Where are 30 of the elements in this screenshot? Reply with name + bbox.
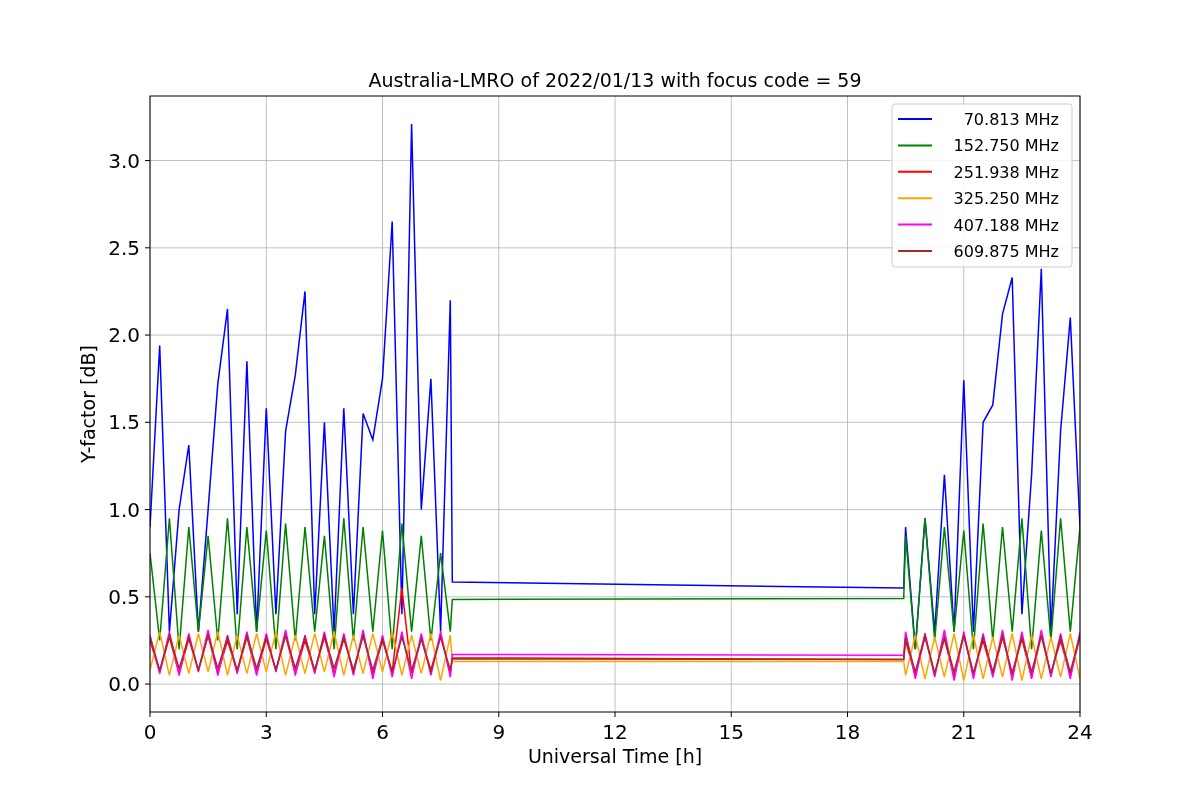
x-axis-label: Universal Time [h] — [527, 745, 703, 767]
x-tick-label: 6 — [376, 720, 389, 744]
x-tick-label: 3 — [259, 720, 273, 744]
y-axis-label: Y-factor [dB] — [77, 345, 99, 463]
x-tick-label: 15 — [718, 720, 744, 744]
legend-label: 152.750 MHz — [953, 136, 1059, 156]
y-tick-label: 1.5 — [108, 410, 140, 435]
legend-label: 407.188 MHz — [953, 215, 1059, 235]
legend-label: 70.813 MHz — [963, 110, 1059, 129]
legend-label: 325.250 MHz — [953, 189, 1059, 209]
legend-swatch — [897, 144, 933, 147]
x-tick-label: 0 — [143, 720, 157, 744]
y-tick-label: 1.0 — [108, 497, 140, 522]
legend-swatch — [897, 170, 933, 173]
x-tick-label: 21 — [951, 720, 977, 744]
y-tick-label: 0.5 — [108, 584, 140, 609]
y-tick-label: 2.5 — [108, 235, 140, 260]
legend-label: 251.938 MHz — [953, 162, 1059, 182]
legend-swatch — [897, 223, 933, 226]
y-tick-label: 0.0 — [108, 672, 140, 697]
chart-title: Australia-LMRO of 2022/01/13 with focus code = 59 — [368, 69, 862, 91]
x-tick-label: 24 — [1067, 720, 1093, 744]
legend-label: 609.875 MHz — [953, 242, 1059, 261]
x-tick-label: 12 — [602, 720, 628, 744]
line-series — [150, 517, 1080, 650]
y-tick-label: 3.0 — [108, 148, 140, 173]
y-tick-label: 2.0 — [108, 323, 140, 348]
legend-swatch — [897, 197, 933, 200]
x-tick-label: 9 — [492, 720, 506, 744]
x-tick-label: 18 — [834, 720, 861, 744]
